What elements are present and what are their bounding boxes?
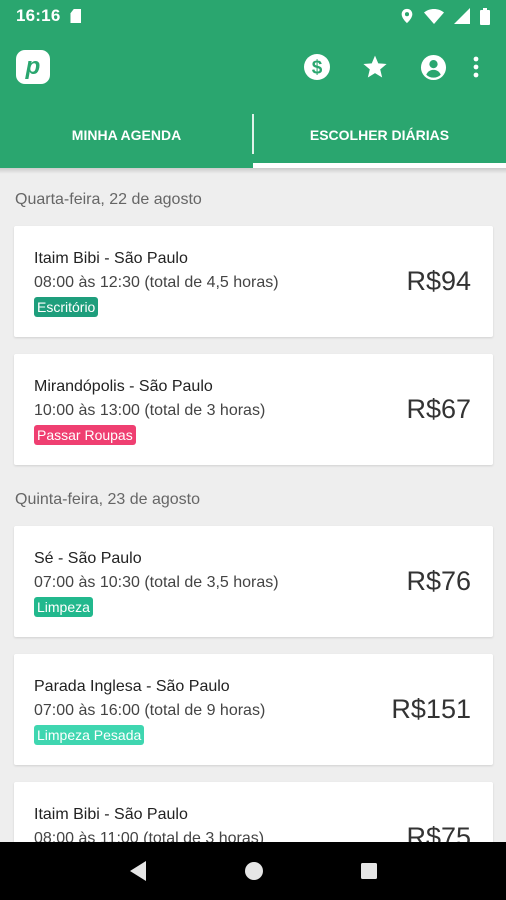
tab-shadow bbox=[0, 168, 506, 174]
status-bar: 16:16 bbox=[0, 0, 506, 32]
battery-icon bbox=[480, 7, 490, 25]
more-button[interactable] bbox=[462, 43, 490, 91]
signal-icon bbox=[454, 8, 470, 24]
payments-button[interactable]: $ bbox=[288, 43, 346, 91]
job-location: Itaim Bibi - São Paulo bbox=[34, 250, 188, 267]
job-price: R$151 bbox=[391, 694, 471, 724]
dollar-icon: $ bbox=[304, 54, 330, 80]
job-location: Itaim Bibi - São Paulo bbox=[34, 806, 188, 823]
star-icon bbox=[363, 55, 387, 78]
day-header: Quarta-feira, 22 de agosto bbox=[15, 191, 202, 208]
profile-button[interactable] bbox=[404, 43, 462, 91]
tab-escolher-diarias[interactable]: ESCOLHER DIÁRIAS bbox=[253, 102, 506, 168]
app-bar: p $ bbox=[0, 32, 506, 102]
job-location: Mirandópolis - São Paulo bbox=[34, 378, 213, 395]
job-time: 08:00 às 12:30 (total de 4,5 horas) bbox=[34, 274, 279, 291]
job-tag: Limpeza bbox=[34, 597, 93, 617]
job-tag: Limpeza Pesada bbox=[34, 725, 145, 745]
favorites-button[interactable] bbox=[346, 43, 404, 91]
sd-card-icon bbox=[70, 9, 82, 23]
job-card[interactable]: Mirandópolis - São Paulo 10:00 às 13:00 … bbox=[14, 354, 493, 465]
job-tag: Escritório bbox=[34, 297, 99, 317]
job-time: 07:00 às 16:00 (total de 9 horas) bbox=[34, 702, 266, 719]
job-location: Parada Inglesa - São Paulo bbox=[34, 678, 230, 695]
job-price: R$76 bbox=[406, 566, 471, 596]
job-time: 10:00 às 13:00 (total de 3 horas) bbox=[34, 402, 266, 419]
status-time: 16:16 bbox=[16, 6, 61, 25]
account-icon bbox=[420, 54, 446, 80]
back-icon[interactable] bbox=[128, 860, 148, 882]
system-nav-bar bbox=[0, 842, 506, 900]
tab-minha-agenda[interactable]: MINHA AGENDA bbox=[0, 102, 253, 168]
logo-letter: p bbox=[25, 53, 41, 80]
job-card[interactable]: Itaim Bibi - São Paulo 08:00 às 12:30 (t… bbox=[14, 226, 493, 337]
job-price: R$67 bbox=[406, 394, 471, 424]
more-vertical-icon bbox=[473, 56, 479, 78]
day-header: Quinta-feira, 23 de agosto bbox=[15, 491, 201, 508]
job-location: Sé - São Paulo bbox=[34, 550, 142, 567]
location-icon bbox=[401, 8, 413, 24]
job-tag: Passar Roupas bbox=[34, 425, 136, 445]
app-logo[interactable]: p bbox=[16, 50, 50, 84]
svg-text:$: $ bbox=[312, 58, 323, 79]
tab-divider bbox=[252, 114, 254, 154]
home-icon[interactable] bbox=[244, 861, 264, 881]
job-card[interactable]: Parada Inglesa - São Paulo 07:00 às 16:0… bbox=[14, 654, 493, 765]
job-price: R$94 bbox=[406, 266, 471, 296]
job-card[interactable]: Sé - São Paulo 07:00 às 10:30 (total de … bbox=[14, 526, 493, 637]
recents-icon[interactable] bbox=[360, 862, 378, 880]
job-time: 07:00 às 10:30 (total de 3,5 horas) bbox=[34, 574, 279, 591]
wifi-icon bbox=[424, 8, 444, 24]
